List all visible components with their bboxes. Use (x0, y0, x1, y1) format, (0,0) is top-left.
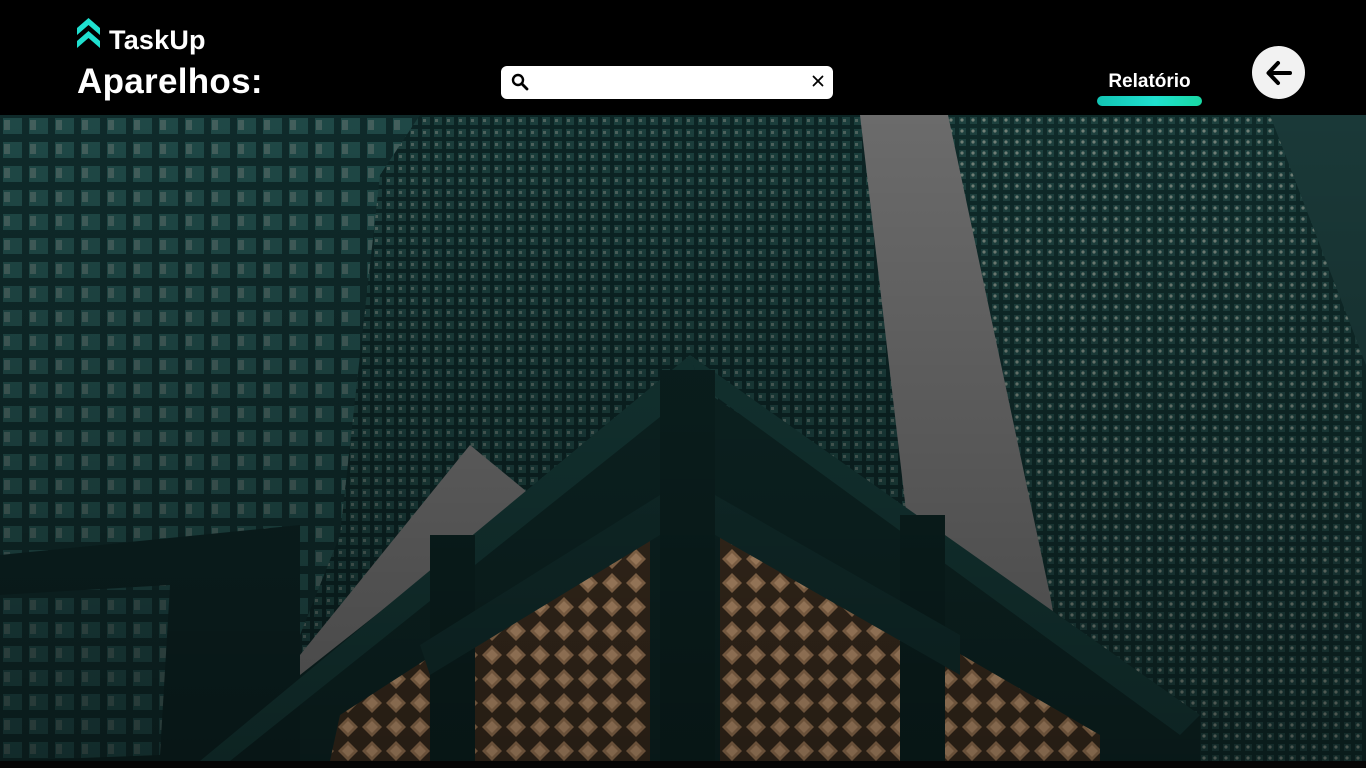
search-bar (501, 66, 833, 99)
page-title: Aparelhos: (77, 62, 263, 101)
buildings-illustration (0, 115, 1366, 761)
active-nav-indicator (1097, 96, 1202, 106)
search-icon[interactable] (511, 73, 529, 91)
taskup-logo-icon (77, 18, 100, 48)
nav-link-relatorio[interactable]: Relatório (1097, 70, 1202, 94)
bottom-edge (0, 761, 1366, 768)
top-header: TaskUp Aparelhos: Relatório (0, 0, 1366, 115)
search-input[interactable] (537, 70, 805, 95)
brand-name: TaskUp (109, 24, 206, 55)
back-button[interactable] (1252, 46, 1305, 99)
close-icon[interactable] (811, 74, 825, 88)
arrow-left-icon (1266, 61, 1292, 85)
brand[interactable]: TaskUp (77, 18, 206, 54)
hero-background-image (0, 115, 1366, 761)
page: TaskUp Aparelhos: Relatório (0, 0, 1366, 768)
